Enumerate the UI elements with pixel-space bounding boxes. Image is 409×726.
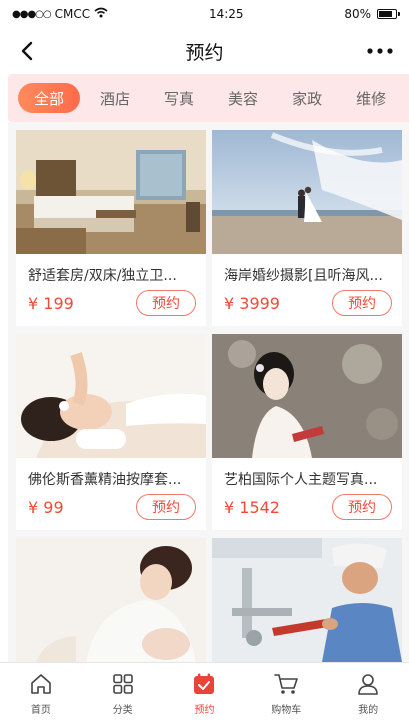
battery-level	[379, 11, 392, 17]
tabbar-mine[interactable]: 我的	[327, 663, 409, 726]
product-name: 舒适套房/双床/独立卫...	[28, 268, 177, 284]
product-image-plumber-repair	[212, 538, 402, 662]
tab-photo[interactable]: 写真	[150, 83, 208, 113]
category-tabs: 全部 酒店 写真 美容 家政 维修	[8, 74, 409, 122]
tab-all[interactable]: 全部	[18, 83, 81, 113]
tabbar-home[interactable]: 首页	[0, 663, 82, 726]
more-button[interactable]	[365, 38, 395, 64]
product-card[interactable]: 海岸婚纱摄影[且听海风... ¥ 3999 预约	[212, 130, 402, 326]
nav-bar: 预约	[0, 28, 409, 74]
user-icon	[355, 671, 381, 697]
signal-strength: ●●●○○	[12, 8, 52, 20]
product-card[interactable]: 舒适套房/双床/独立卫... ¥ 199 预约	[16, 130, 206, 326]
product-name: 海岸婚纱摄影[且听海风...	[224, 268, 383, 284]
tabbar-category[interactable]: 分类	[82, 663, 164, 726]
tabbar-label: 购物车	[271, 705, 302, 716]
tab-beauty[interactable]: 美容	[214, 83, 272, 113]
product-image-beach-wedding	[212, 130, 402, 254]
product-card[interactable]: 艺柏国际个人主题写真... ¥ 1542 预约	[212, 334, 402, 530]
product-card[interactable]: 佛伦斯香薰精油按摩套... ¥ 99 预约	[16, 334, 206, 530]
carrier-name: CMCC	[54, 7, 91, 21]
home-icon	[28, 671, 54, 697]
book-button[interactable]: 预约	[332, 290, 392, 316]
tabbar-label: 预约	[194, 705, 215, 716]
chevron-left-icon	[21, 41, 33, 61]
book-button[interactable]: 预约	[136, 494, 196, 520]
bottom-tab-bar: 首页 分类 预约 购物车 我的	[0, 662, 409, 726]
tab-repair[interactable]: 维修	[342, 83, 400, 113]
product-image-hotel-room	[16, 130, 206, 254]
tabbar-label: 我的	[358, 705, 379, 716]
more-dots-icon	[367, 48, 393, 54]
status-bar: ●●●○○ CMCC 14:25 80%	[0, 0, 409, 28]
product-name: 佛伦斯香薰精油按摩套...	[28, 472, 182, 488]
book-button[interactable]: 预约	[332, 494, 392, 520]
tabbar-label: 首页	[30, 705, 51, 716]
clock: 14:25	[208, 7, 244, 21]
product-image-spa-massage	[16, 334, 206, 458]
back-button[interactable]	[14, 38, 40, 64]
wifi-icon	[94, 7, 108, 21]
product-grid: 舒适套房/双床/独立卫... ¥ 199 预约 海岸婚纱摄影[且听海风... ¥…	[8, 122, 409, 662]
calendar-check-icon	[191, 671, 217, 697]
page-title: 预约	[185, 41, 224, 64]
grid-icon	[110, 671, 136, 697]
tabbar-cart[interactable]: 购物车	[245, 663, 327, 726]
product-price: ¥ 199	[28, 294, 74, 313]
tabbar-booking[interactable]: 预约	[164, 663, 246, 726]
battery-icon	[377, 9, 400, 19]
product-image-mother-baby	[16, 538, 206, 662]
tab-housekeeping[interactable]: 家政	[278, 83, 336, 113]
product-price: ¥ 3999	[224, 294, 280, 313]
cart-icon	[273, 671, 299, 697]
carrier-group: ●●●○○ CMCC	[12, 7, 108, 21]
tabbar-label: 分类	[112, 705, 133, 716]
product-price: ¥ 1542	[224, 498, 280, 517]
product-card[interactable]	[16, 538, 206, 662]
book-button[interactable]: 预约	[136, 290, 196, 316]
product-name: 艺柏国际个人主题写真...	[224, 472, 378, 488]
battery-percent: 80%	[344, 7, 371, 21]
tab-hotel[interactable]: 酒店	[86, 83, 144, 113]
product-card[interactable]	[212, 538, 402, 662]
product-price: ¥ 99	[28, 498, 64, 517]
product-image-portrait-photo	[212, 334, 402, 458]
battery-group: 80%	[344, 7, 400, 21]
